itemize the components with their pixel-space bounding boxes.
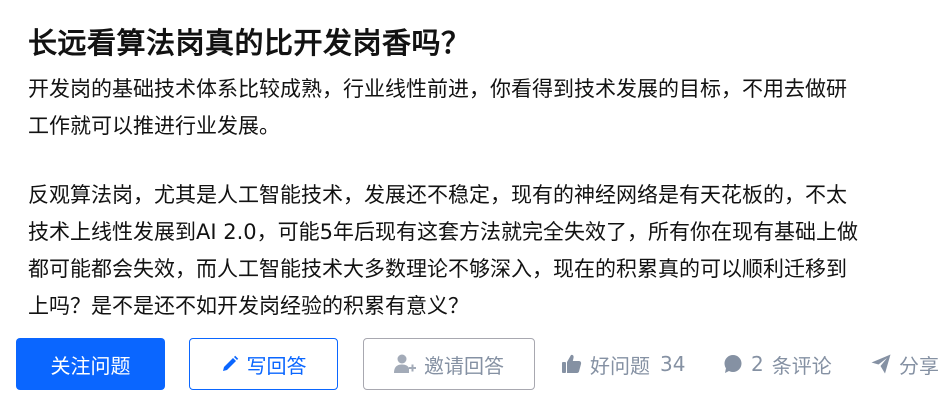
write-answer-button[interactable]: 写回答 [189, 338, 338, 390]
question-detail-line: 工作就可以推进行业发展。 [28, 114, 280, 138]
question-detail-paragraph-1: 开发岗的基础技术体系比较成熟，行业线性前进，你看得到技术发展的目标，不用去做研 … [28, 71, 847, 145]
thumbs-up-icon [562, 354, 582, 374]
comments-button[interactable]: 2 条评论 [723, 338, 832, 390]
follow-question-label: 关注问题 [50, 353, 131, 378]
share-label: 分享 [899, 353, 939, 378]
question-detail-line: 反观算法岗，尤其是人工智能技术，发展还不稳定，现有的神经网络是有天花板的，不太 [28, 183, 847, 207]
add-user-icon [394, 354, 416, 374]
pencil-icon [221, 355, 239, 373]
question-detail-line: 开发岗的基础技术体系比较成熟，行业线性前进，你看得到技术发展的目标，不用去做研 [28, 77, 847, 101]
comment-bubble-icon [723, 354, 743, 374]
good-question-button[interactable]: 好问题 34 [562, 338, 685, 390]
invite-answer-label: 邀请回答 [424, 353, 504, 378]
question-detail-paragraph-2: 反观算法岗，尤其是人工智能技术，发展还不稳定，现有的神经网络是有天花板的，不太 … [28, 177, 858, 325]
good-question-label: 好问题 [590, 353, 650, 378]
paper-plane-icon [871, 354, 891, 374]
comment-count: 2 [751, 352, 764, 376]
question-detail-line: 上吗？是不是还不如开发岗经验的积累有意义？ [28, 294, 469, 318]
question-detail-line: 都可能都会失效，而人工智能技术大多数理论不够深入，现在的积累真的可以顺利迁移到 [28, 257, 847, 281]
invite-answer-button[interactable]: 邀请回答 [363, 338, 535, 390]
good-question-count: 34 [660, 352, 686, 376]
write-answer-label: 写回答 [246, 353, 307, 378]
comment-label: 条评论 [771, 353, 832, 378]
follow-question-button[interactable]: 关注问题 [16, 338, 165, 390]
share-button[interactable]: 分享 [871, 338, 939, 390]
question-title: 长远看算法岗真的比开发岗香吗？ [28, 26, 471, 60]
question-actions-bar: 关注问题 写回答 邀请回答 好问题 34 2 条评论 分享 [16, 338, 939, 390]
question-detail-line: 技术上线性发展到AI 2.0，可能5年后现有这套方法就完全失效了，所有你在现有基… [28, 220, 858, 244]
